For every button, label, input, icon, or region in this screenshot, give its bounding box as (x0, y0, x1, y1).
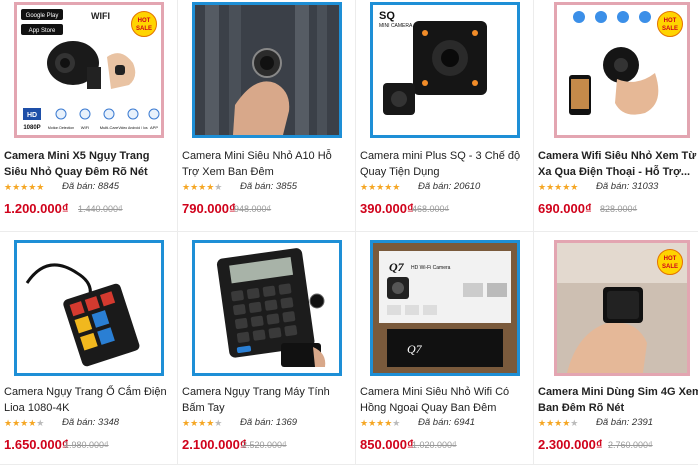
svg-text:WIFI: WIFI (81, 125, 89, 130)
sold-count: Đã bán: 8845 (62, 181, 120, 192)
sold-count: Đã bán: 1369 (240, 417, 298, 428)
sold-count: Đã bán: 2391 (596, 417, 654, 428)
product-card[interactable]: Camera Ngụy Trang Ổ Cắm Điện Lioa 1080-4… (0, 232, 178, 465)
sale-price: 1.200.000₫ (4, 201, 69, 216)
svg-text:MINI CAMERA: MINI CAMERA (379, 23, 413, 29)
app-store-badge: App Store (29, 28, 56, 34)
rating-stars: ★★★★★ (538, 418, 579, 428)
product-image[interactable] (14, 240, 164, 376)
camera-sq-illustration: SQ MINI CAMERA (379, 10, 487, 115)
product-title[interactable]: Camera mini Plus SQ - 3 Chế độ Quay Tiện… (360, 148, 528, 180)
rating-stars: ★★★★★ (360, 418, 401, 428)
original-price: 2.760.000₫ (608, 440, 653, 450)
product-title[interactable]: Camera Mini Siêu Nhỏ A10 Hỗ Trợ Xem Ban … (182, 148, 350, 180)
calculator-illustration (216, 248, 326, 367)
rating-stars: ★★★★★ (4, 182, 45, 192)
svg-text:Multi-Care: Multi-Care (100, 125, 119, 130)
product-image[interactable] (192, 240, 342, 376)
product-card[interactable]: Q7 HD Wi-Fi Camera Q7 Camera Mini Siêu N… (356, 232, 534, 465)
google-play-badge: Google Play (26, 13, 59, 19)
rating-stars: ★★★★★ (538, 182, 579, 192)
svg-text:APP: APP (150, 125, 158, 130)
hot-sale-badge: HOT SALE (657, 11, 683, 37)
rating-stars: ★★★★★ (182, 182, 223, 192)
rating-stars: ★★★★★ (360, 182, 401, 192)
product-title[interactable]: Camera Mini Dùng Sim 4G Xem Ban Đêm Rõ N… (538, 384, 698, 416)
product-card[interactable]: Camera Mini Siêu Nhỏ A10 Hỗ Trợ Xem Ban … (178, 0, 356, 232)
original-price: 1.980.000₫ (64, 440, 109, 450)
product-card[interactable]: Camera Ngụy Trang Máy Tính Bấm Tay ★★★★★… (178, 232, 356, 465)
product-card[interactable]: Google Play App Store WIFI HD 1080P Moti… (0, 0, 178, 232)
product-title[interactable]: Camera Mini X5 Ngụy Trang Siêu Nhỏ Quay … (4, 148, 172, 180)
sale-price: 1.650.000₫ (4, 437, 69, 452)
sale-price: 690.000₫ (538, 201, 592, 216)
power-strip-illustration (25, 263, 140, 367)
product-grid: Google Play App Store WIFI HD 1080P Moti… (0, 0, 698, 465)
sale-price: 790.000₫ (182, 201, 236, 216)
hot-sale-badge: HOT SALE (657, 249, 683, 275)
wifi-label: WIFI (91, 11, 110, 21)
sale-price: 2.100.000₫ (182, 437, 247, 452)
original-price: 828.000₫ (600, 204, 638, 214)
product-image[interactable] (192, 2, 342, 138)
svg-text:HD: HD (27, 112, 37, 119)
sold-count: Đã bán: 6941 (418, 417, 476, 428)
product-title[interactable]: Camera Wifi Siêu Nhỏ Xem Từ Xa Qua Điện … (538, 148, 698, 180)
sale-price: 390.000₫ (360, 201, 414, 216)
original-price: 1.020.000₫ (412, 440, 457, 450)
product-title[interactable]: Camera Ngụy Trang Máy Tính Bấm Tay (182, 384, 350, 416)
camera-a10-illustration (195, 5, 339, 135)
sale-price: 2.300.000₫ (538, 437, 603, 452)
svg-text:SQ: SQ (379, 10, 395, 22)
sold-count: Đã bán: 31033 (596, 181, 659, 192)
product-image[interactable]: SQ MINI CAMERA (370, 2, 520, 138)
svg-text:Q7: Q7 (389, 260, 405, 274)
sale-price: 850.000₫ (360, 437, 414, 452)
original-price: 2.520.000₫ (242, 440, 287, 450)
rating-stars: ★★★★★ (182, 418, 223, 428)
product-card[interactable]: SQ MINI CAMERA Camera mini Plus SQ - 3 C… (356, 0, 534, 232)
product-image[interactable]: HOT SALE (554, 240, 690, 376)
svg-text:1080P: 1080P (23, 125, 40, 131)
svg-text:HD Wi-Fi Camera: HD Wi-Fi Camera (411, 265, 451, 271)
rating-stars: ★★★★★ (4, 418, 45, 428)
product-title[interactable]: Camera Ngụy Trang Ổ Cắm Điện Lioa 1080-4… (4, 384, 172, 416)
product-image[interactable]: Q7 HD Wi-Fi Camera Q7 (370, 240, 520, 376)
product-card[interactable]: HOT SALE Camera Wifi Siêu Nhỏ Xem Từ Xa … (534, 0, 698, 232)
product-card[interactable]: HOT SALE Camera Mini Dùng Sim 4G Xem Ban… (534, 232, 698, 465)
product-title[interactable]: Camera Mini Siêu Nhỏ Wifi Có Hồng Ngoại … (360, 384, 528, 416)
camera-q7-box-illustration: Q7 HD Wi-Fi Camera Q7 (373, 243, 517, 373)
sold-count: Đã bán: 20610 (418, 181, 481, 192)
product-image[interactable]: Google Play App Store WIFI HD 1080P Moti… (14, 2, 164, 138)
original-price: 1.440.000₫ (78, 204, 123, 214)
svg-text:Video Android / Ios: Video Android / Ios (118, 126, 148, 130)
hot-sale-badge: HOT SALE (131, 11, 157, 37)
sold-count: Đã bán: 3855 (240, 181, 298, 192)
original-price: 948.000₫ (234, 204, 272, 214)
original-price: 468.000₫ (412, 204, 450, 214)
product-image[interactable]: HOT SALE (554, 2, 690, 138)
sold-count: Đã bán: 3348 (62, 417, 120, 428)
svg-text:Q7: Q7 (407, 342, 423, 356)
svg-text:Motion Detection: Motion Detection (48, 126, 74, 130)
